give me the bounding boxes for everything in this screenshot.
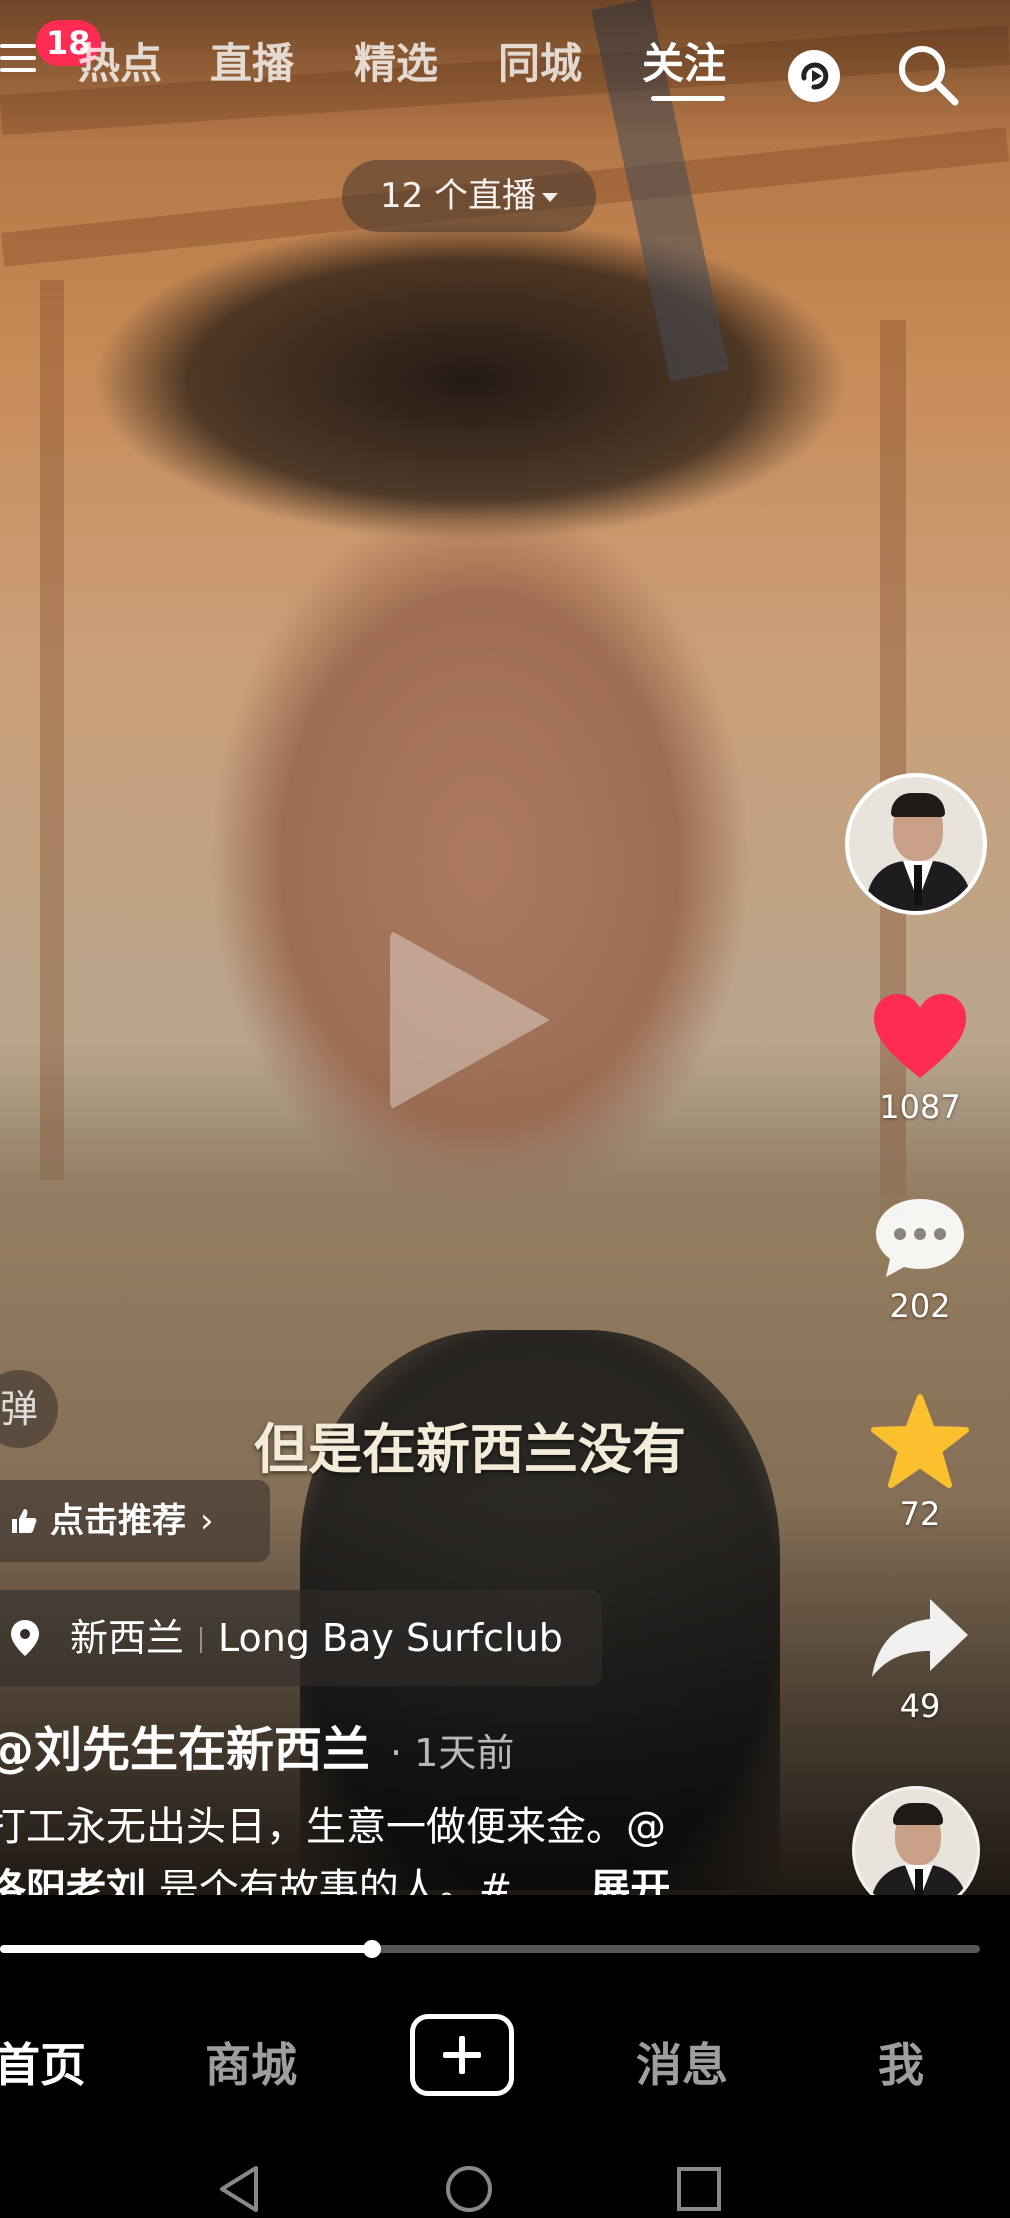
like-button[interactable]: 1087 — [860, 990, 980, 1126]
tab-live[interactable]: 直播 — [210, 30, 294, 91]
live-count-pill[interactable]: 12 个直播 — [342, 160, 596, 232]
comment-icon — [876, 1199, 964, 1277]
search-icon[interactable] — [895, 42, 961, 108]
create-post-button[interactable] — [410, 2014, 514, 2096]
swap-icon[interactable] — [788, 50, 840, 102]
wall-stud — [40, 280, 64, 1180]
post-time: · 1天前 — [390, 1731, 515, 1775]
author-avatar[interactable] — [845, 773, 987, 915]
play-icon[interactable] — [390, 930, 550, 1110]
video-subtitle: 但是在新西兰没有 — [254, 1418, 686, 1481]
share-count: 49 — [899, 1687, 941, 1725]
share-icon — [872, 1599, 968, 1677]
danmu-label: 弹 — [0, 1387, 38, 1431]
tab-following[interactable]: 关注 — [642, 30, 726, 91]
comment-button[interactable]: 202 — [860, 1195, 980, 1325]
favorite-count: 72 — [899, 1495, 941, 1533]
heart-icon — [874, 994, 966, 1078]
like-count: 1087 — [879, 1088, 961, 1126]
bottom-nav: 首页 商城 消息 我 — [0, 2010, 1010, 2120]
tab-featured[interactable]: 精选 — [354, 30, 438, 91]
tab-local[interactable]: 同城 — [498, 30, 582, 91]
chevron-right-icon: › — [200, 1501, 214, 1541]
back-icon[interactable] — [216, 2164, 262, 2214]
location-separator — [200, 1627, 203, 1653]
recents-square-icon[interactable] — [676, 2166, 722, 2212]
live-count-label: 12 个直播 — [379, 176, 537, 216]
menu-icon[interactable] — [0, 44, 36, 74]
home-circle-icon[interactable] — [444, 2164, 494, 2214]
location-pin-icon — [11, 1620, 39, 1656]
progress-fill — [0, 1945, 373, 1953]
nav-me[interactable]: 我 — [878, 2010, 924, 2120]
location-region: 新西兰 — [70, 1616, 185, 1660]
system-navigation-bar — [0, 2160, 1010, 2218]
nav-home[interactable]: 首页 — [0, 2010, 86, 2120]
location-place: Long Bay Surfclub — [218, 1616, 563, 1660]
comment-count: 202 — [889, 1287, 951, 1325]
location-tag[interactable]: 新西兰 Long Bay Surfclub — [0, 1590, 602, 1686]
share-button[interactable]: 49 — [860, 1593, 980, 1725]
recommend-label: 点击推荐 — [50, 1501, 186, 1541]
thumbs-up-icon — [12, 1509, 37, 1533]
top-tab-bar: 18 热点 直播 精选 同城 关注 — [0, 20, 1010, 106]
video-progress-bar[interactable] — [0, 1940, 980, 1958]
recommend-button[interactable]: 点击推荐 › — [0, 1480, 270, 1562]
nav-mall[interactable]: 商城 — [205, 2010, 297, 2120]
caret-down-icon — [542, 193, 559, 202]
tab-hot[interactable]: 热点 — [78, 30, 162, 91]
author-name[interactable]: @刘先生在新西兰 — [0, 1722, 370, 1778]
nav-messages[interactable]: 消息 — [636, 2010, 728, 2120]
author-line: @刘先生在新西兰 · 1天前 — [0, 1710, 514, 1780]
desc-line-1: 打工永无出头日，生意一做便来金。@ — [0, 1804, 666, 1850]
active-tab-indicator — [651, 96, 725, 101]
